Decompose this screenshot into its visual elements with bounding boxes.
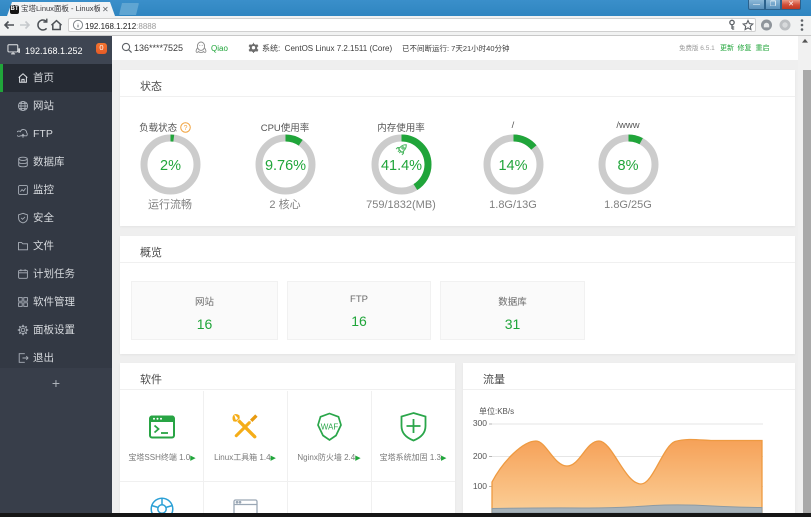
svg-text:WAF: WAF [321,423,339,432]
